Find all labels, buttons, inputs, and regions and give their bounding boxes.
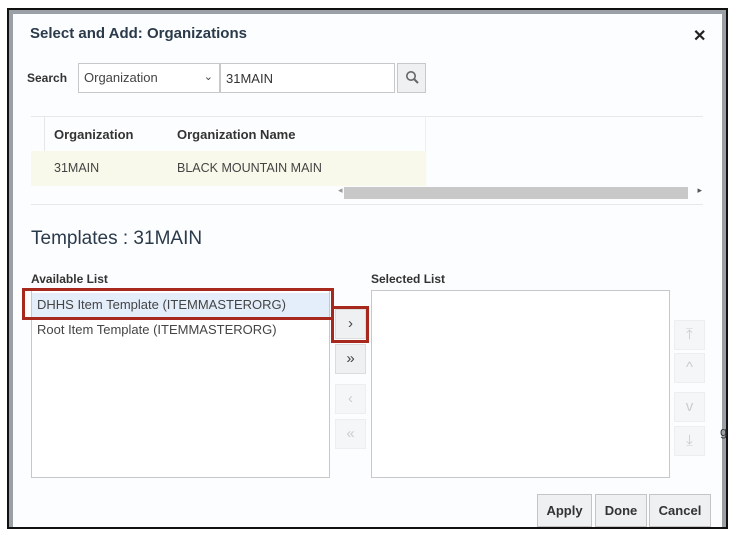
select-add-dialog: Select and Add: Organizations ✕ Search O… xyxy=(9,10,726,527)
move-down-button[interactable]: v xyxy=(674,392,705,422)
remove-button[interactable]: ‹ xyxy=(335,384,366,414)
search-input[interactable]: 31MAIN xyxy=(220,63,395,93)
scroll-right-icon[interactable]: ▸ xyxy=(697,185,702,196)
selected-list-label: Selected List xyxy=(371,272,446,286)
move-top-button[interactable]: ⤒ xyxy=(674,320,705,350)
templates-title: Templates : 31MAIN xyxy=(31,228,203,249)
list-item[interactable]: Root Item Template (ITEMMASTERORG) xyxy=(32,318,329,343)
column-header-organization[interactable]: Organization xyxy=(54,127,133,142)
horizontal-scrollbar[interactable]: ◂ ▸ xyxy=(338,185,702,199)
cancel-button[interactable]: Cancel xyxy=(649,494,711,527)
move-up-button[interactable]: ^ xyxy=(674,353,705,383)
divider xyxy=(31,204,703,205)
done-button[interactable]: Done xyxy=(595,494,647,527)
highlight-box xyxy=(331,306,369,343)
search-button[interactable] xyxy=(397,63,426,93)
close-icon[interactable]: ✕ xyxy=(693,26,706,46)
column-header-organization-name[interactable]: Organization Name xyxy=(177,127,295,142)
background-text-fragment: g xyxy=(720,424,728,439)
move-bottom-button[interactable]: ⤓ xyxy=(674,426,705,456)
move-all-button[interactable]: » xyxy=(335,344,366,374)
cell-organization: 31MAIN xyxy=(54,161,100,175)
table-row[interactable]: 31MAIN BLACK MOUNTAIN MAIN xyxy=(31,151,426,186)
search-icon xyxy=(405,71,419,84)
remove-all-button[interactable]: « xyxy=(335,419,366,449)
available-list-label: Available List xyxy=(31,272,108,286)
search-field-value: Organization xyxy=(84,70,158,85)
highlight-box xyxy=(22,288,334,320)
search-label: Search xyxy=(27,71,68,85)
table-header: Organization Organization Name xyxy=(31,116,426,186)
dialog-title: Select and Add: Organizations xyxy=(30,25,247,42)
cell-organization-name: BLACK MOUNTAIN MAIN xyxy=(177,161,322,175)
apply-button[interactable]: Apply xyxy=(537,494,592,527)
scroll-left-icon[interactable]: ◂ xyxy=(338,185,343,196)
chevron-down-icon: ⌄ xyxy=(203,71,213,83)
selected-list[interactable] xyxy=(371,290,670,478)
scrollbar-thumb[interactable] xyxy=(344,187,688,199)
search-field-select[interactable]: Organization ⌄ xyxy=(78,63,220,93)
